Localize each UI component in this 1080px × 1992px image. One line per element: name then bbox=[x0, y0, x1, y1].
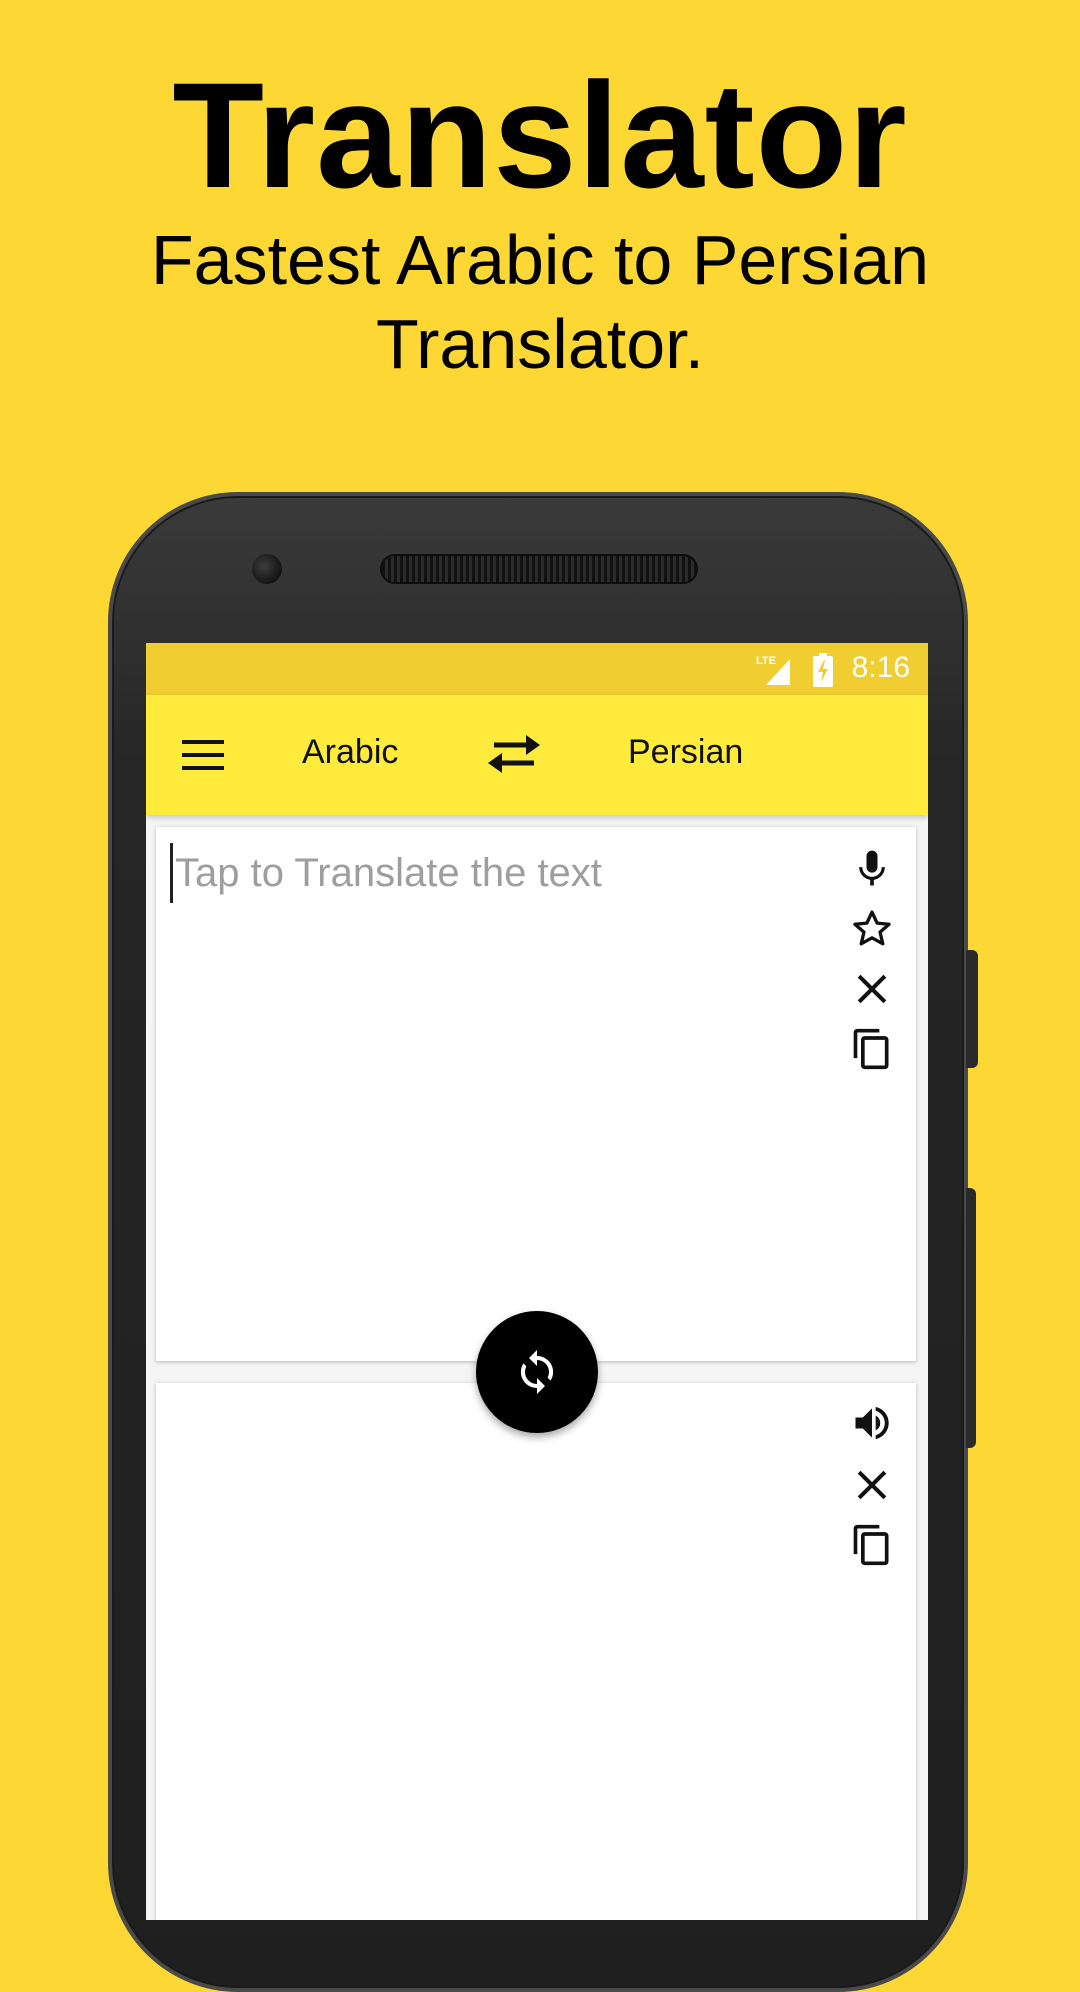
microphone-icon[interactable] bbox=[850, 847, 894, 891]
target-language-selector[interactable]: Persian bbox=[628, 733, 743, 772]
earpiece-speaker bbox=[380, 554, 698, 584]
menu-icon[interactable] bbox=[182, 739, 224, 771]
power-button bbox=[966, 950, 978, 1068]
lte-signal-icon: LTE bbox=[756, 655, 790, 685]
promo-title: Translator bbox=[172, 51, 908, 219]
network-type-label: LTE bbox=[756, 655, 776, 667]
swap-languages-icon[interactable] bbox=[486, 731, 542, 777]
copy-icon[interactable] bbox=[850, 1027, 894, 1071]
volume-button bbox=[966, 1188, 976, 1448]
refresh-icon bbox=[520, 1350, 554, 1394]
promo-subtitle: Fastest Arabic to Persian Translator. bbox=[150, 221, 930, 383]
translate-button[interactable] bbox=[476, 1311, 598, 1433]
front-camera bbox=[252, 554, 282, 584]
input-card bbox=[156, 827, 916, 1361]
source-language-selector[interactable]: Arabic bbox=[302, 733, 398, 772]
language-toolbar: Arabic Persian bbox=[146, 695, 928, 815]
app-screen: LTE 8:16 Arabic Persian bbox=[146, 643, 928, 1920]
output-copy-icon[interactable] bbox=[850, 1523, 894, 1567]
battery-charging-icon bbox=[813, 653, 833, 687]
close-icon[interactable] bbox=[850, 967, 894, 1011]
status-time: 8:16 bbox=[851, 651, 910, 684]
star-icon[interactable] bbox=[850, 907, 894, 951]
output-close-icon[interactable] bbox=[850, 1463, 894, 1507]
speaker-icon[interactable] bbox=[850, 1401, 894, 1445]
output-card bbox=[156, 1383, 916, 1920]
status-bar: LTE 8:16 bbox=[146, 643, 928, 695]
source-text-input[interactable] bbox=[170, 843, 820, 903]
